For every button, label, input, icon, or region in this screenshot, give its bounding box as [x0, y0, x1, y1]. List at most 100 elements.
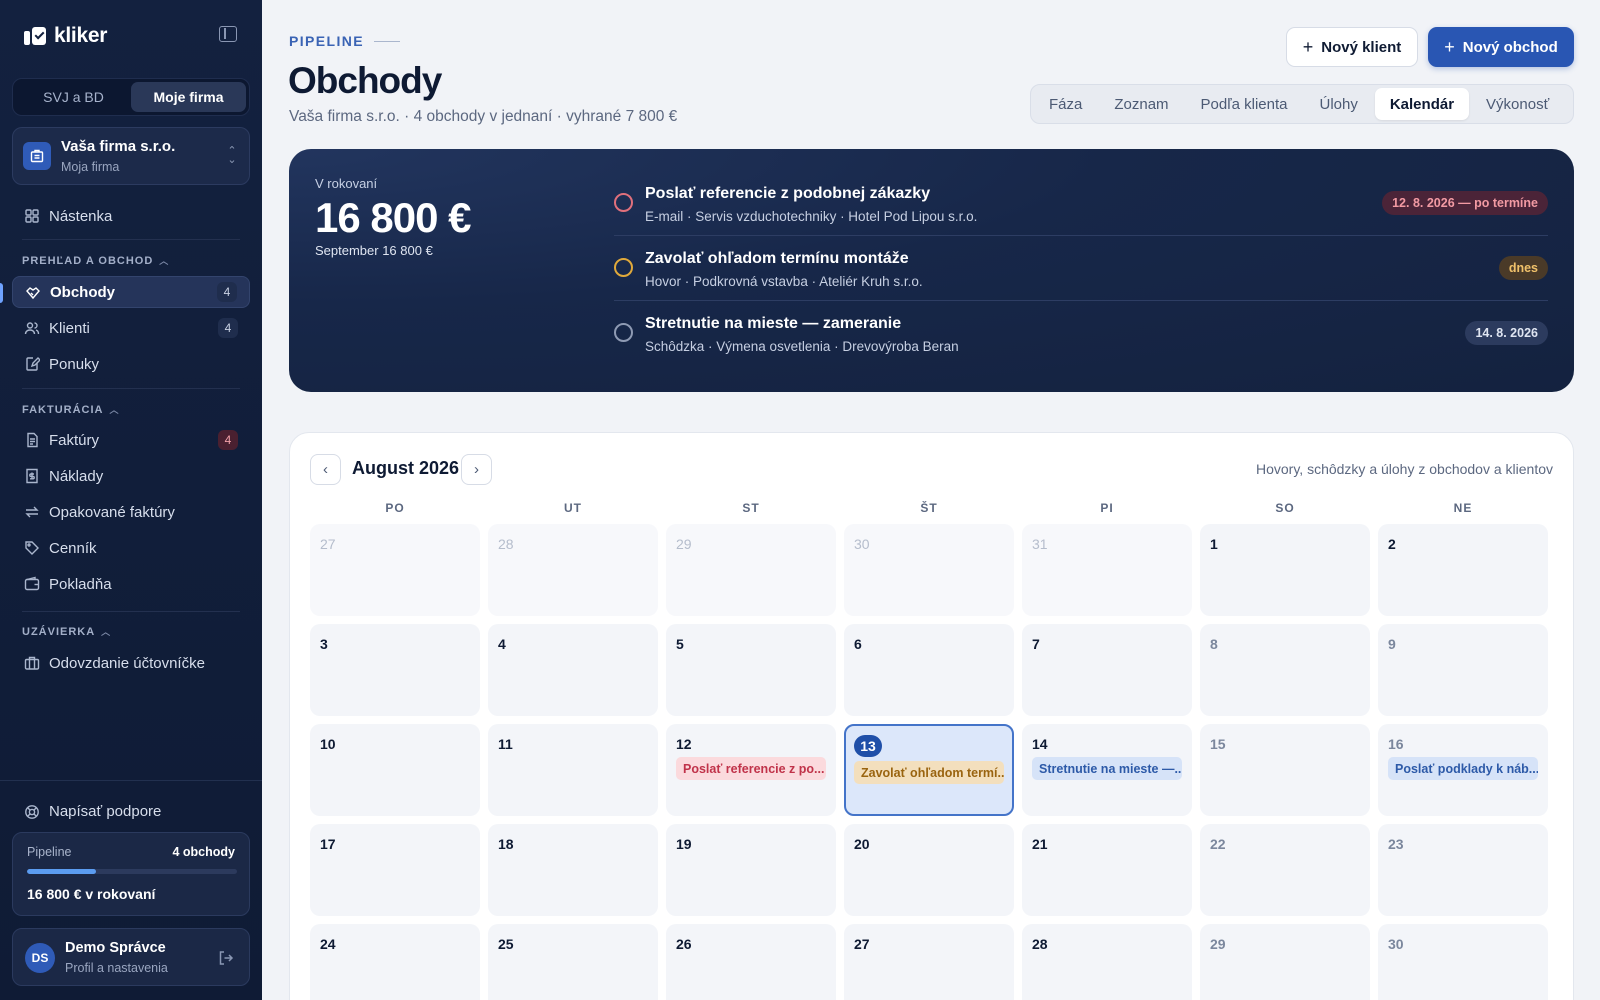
calendar-day[interactable]: 9	[1378, 624, 1548, 716]
calendar-day[interactable]: 11	[488, 724, 658, 816]
section-fakturacia[interactable]: FAKTURÁCIA ︿	[22, 403, 120, 416]
eyebrow-label: PIPELINE	[289, 33, 364, 49]
calendar-day[interactable]: 4	[488, 624, 658, 716]
document-edit-icon	[26, 357, 40, 371]
calendar-day[interactable]: 23	[1378, 824, 1548, 916]
task-checkbox[interactable]	[614, 258, 633, 277]
pipeline-summary-card[interactable]: Pipeline 4 obchody 16 800 € v rokovaní	[12, 832, 250, 916]
wallet-icon	[24, 576, 40, 591]
day-number: 31	[1032, 536, 1048, 552]
calendar-day[interactable]: 27	[310, 524, 480, 616]
calendar-day[interactable]: 1	[1200, 524, 1370, 616]
calendar-day[interactable]: 12 Poslať referencie z po...	[666, 724, 836, 816]
building-icon	[23, 142, 51, 170]
tab-podla-klienta[interactable]: Podľa klienta	[1186, 88, 1303, 120]
calendar-day[interactable]: 18	[488, 824, 658, 916]
calendar-day[interactable]: 24	[310, 924, 480, 1000]
calendar-day[interactable]: 30	[844, 524, 1014, 616]
task-item-upcoming[interactable]: Stretnutie na mieste — zameranie Schôdzk…	[614, 301, 1548, 366]
day-number: 8	[1210, 636, 1218, 652]
next-month-button[interactable]: ›	[461, 454, 492, 485]
calendar-event[interactable]: Zavolať ohľadom termí...	[854, 761, 1004, 784]
calendar-day[interactable]: 19	[666, 824, 836, 916]
pipeline-label: Pipeline	[27, 845, 72, 859]
sidebar-item-label: Opakované faktúry	[49, 503, 175, 521]
calendar-day[interactable]: 5	[666, 624, 836, 716]
brand[interactable]: kliker	[24, 24, 107, 48]
calendar-day[interactable]: 15	[1200, 724, 1370, 816]
sidebar-item-label: Obchody	[50, 283, 116, 301]
weekday-header: PO	[385, 501, 405, 515]
calendar-day[interactable]: 2	[1378, 524, 1548, 616]
weekday-header: ŠT	[920, 501, 938, 515]
day-number: 11	[498, 736, 513, 752]
prev-month-button[interactable]: ‹	[310, 454, 341, 485]
calendar-event[interactable]: Stretnutie na mieste —...	[1032, 757, 1182, 780]
task-checkbox[interactable]	[614, 193, 633, 212]
new-deal-button[interactable]: + Nový obchod	[1428, 27, 1574, 67]
sidebar-collapse-icon[interactable]	[219, 26, 237, 42]
calendar-day[interactable]: 26	[666, 924, 836, 1000]
sidebar-item-faktury[interactable]: Faktúry 4	[12, 424, 250, 456]
logout-icon[interactable]	[217, 949, 235, 967]
calendar-day[interactable]: 31	[1022, 524, 1192, 616]
calendar-day[interactable]: 7	[1022, 624, 1192, 716]
calendar-day[interactable]: 3	[310, 624, 480, 716]
section-prehlad[interactable]: PREHĽAD A OBCHOD ︿	[22, 254, 169, 267]
tab-vykonost[interactable]: Výkonosť	[1471, 88, 1564, 120]
calendar-day[interactable]: 17	[310, 824, 480, 916]
calendar-day-today[interactable]: 13 Zavolať ohľadom termí...	[844, 724, 1014, 816]
calendar-day[interactable]: 29	[1200, 924, 1370, 1000]
user-profile-card[interactable]: DS Demo Správce Profil a nastavenia	[12, 928, 250, 986]
task-title: Stretnutie na mieste — zameranie	[645, 315, 902, 332]
calendar-day[interactable]: 8	[1200, 624, 1370, 716]
user-name: Demo Správce	[65, 940, 166, 956]
calendar-day[interactable]: 27	[844, 924, 1014, 1000]
calendar-day[interactable]: 20	[844, 824, 1014, 916]
calendar-day[interactable]: 30	[1378, 924, 1548, 1000]
day-number: 5	[676, 636, 684, 652]
calendar-day[interactable]: 22	[1200, 824, 1370, 916]
segment-moja-firma[interactable]: Moje firma	[131, 82, 246, 112]
sidebar-item-pokladna[interactable]: Pokladňa	[12, 568, 250, 600]
calendar-day[interactable]: 16 Poslať podklady k náb...	[1378, 724, 1548, 816]
sidebar-item-obchody[interactable]: Obchody 4	[12, 276, 250, 308]
calendar-day[interactable]: 6	[844, 624, 1014, 716]
sidebar-item-nastenka[interactable]: Nástenka	[12, 200, 250, 232]
org-selector[interactable]: Vaša firma s.r.o. Moja firma ⌃ ⌄	[12, 127, 250, 185]
sidebar-item-label: Cenník	[49, 539, 97, 557]
task-checkbox[interactable]	[614, 323, 633, 342]
day-number: 22	[1210, 836, 1226, 852]
segment-svj[interactable]: SVJ a BD	[16, 82, 131, 112]
brand-name: kliker	[54, 24, 108, 47]
support-link[interactable]: Napísať podpore	[12, 797, 250, 827]
section-uzavierka[interactable]: UZÁVIERKA ︿	[22, 625, 111, 638]
calendar-day[interactable]: 25	[488, 924, 658, 1000]
task-date-badge: 12. 8. 2026 — po termíne	[1382, 191, 1548, 215]
tab-faza[interactable]: Fáza	[1034, 88, 1097, 120]
sidebar-item-ponuky[interactable]: Ponuky	[12, 348, 250, 380]
sidebar-item-label: Ponuky	[49, 355, 100, 373]
day-number: 26	[676, 936, 692, 952]
calendar-day[interactable]: 14 Stretnutie na mieste —...	[1022, 724, 1192, 816]
sidebar-item-opakovane[interactable]: Opakované faktúry	[12, 496, 250, 528]
sidebar-item-klienti[interactable]: Klienti 4	[12, 312, 250, 344]
task-item-overdue[interactable]: Poslať referencie z podobnej zákazky E-m…	[614, 171, 1548, 236]
sidebar-item-naklady[interactable]: Náklady	[12, 460, 250, 492]
new-client-button[interactable]: + Nový klient	[1286, 27, 1418, 67]
calendar-day[interactable]: 21	[1022, 824, 1192, 916]
calendar-day[interactable]: 28	[1022, 924, 1192, 1000]
tab-kalendar[interactable]: Kalendár	[1374, 88, 1470, 120]
calendar-day[interactable]: 29	[666, 524, 836, 616]
calendar-day[interactable]: 10	[310, 724, 480, 816]
avatar: DS	[25, 943, 55, 973]
count-badge: 4	[218, 430, 238, 450]
sidebar-item-cennik[interactable]: Cenník	[12, 532, 250, 564]
calendar-event[interactable]: Poslať podklady k náb...	[1388, 757, 1538, 780]
tab-zoznam[interactable]: Zoznam	[1099, 88, 1183, 120]
calendar-day[interactable]: 28	[488, 524, 658, 616]
calendar-event[interactable]: Poslať referencie z po...	[676, 757, 826, 780]
sidebar-item-odovzdanie[interactable]: Odovzdanie účtovníčke	[12, 647, 250, 679]
task-item-today[interactable]: Zavolať ohľadom termínu montáže Hovor · …	[614, 236, 1548, 301]
tab-ulohy[interactable]: Úlohy	[1304, 88, 1372, 120]
